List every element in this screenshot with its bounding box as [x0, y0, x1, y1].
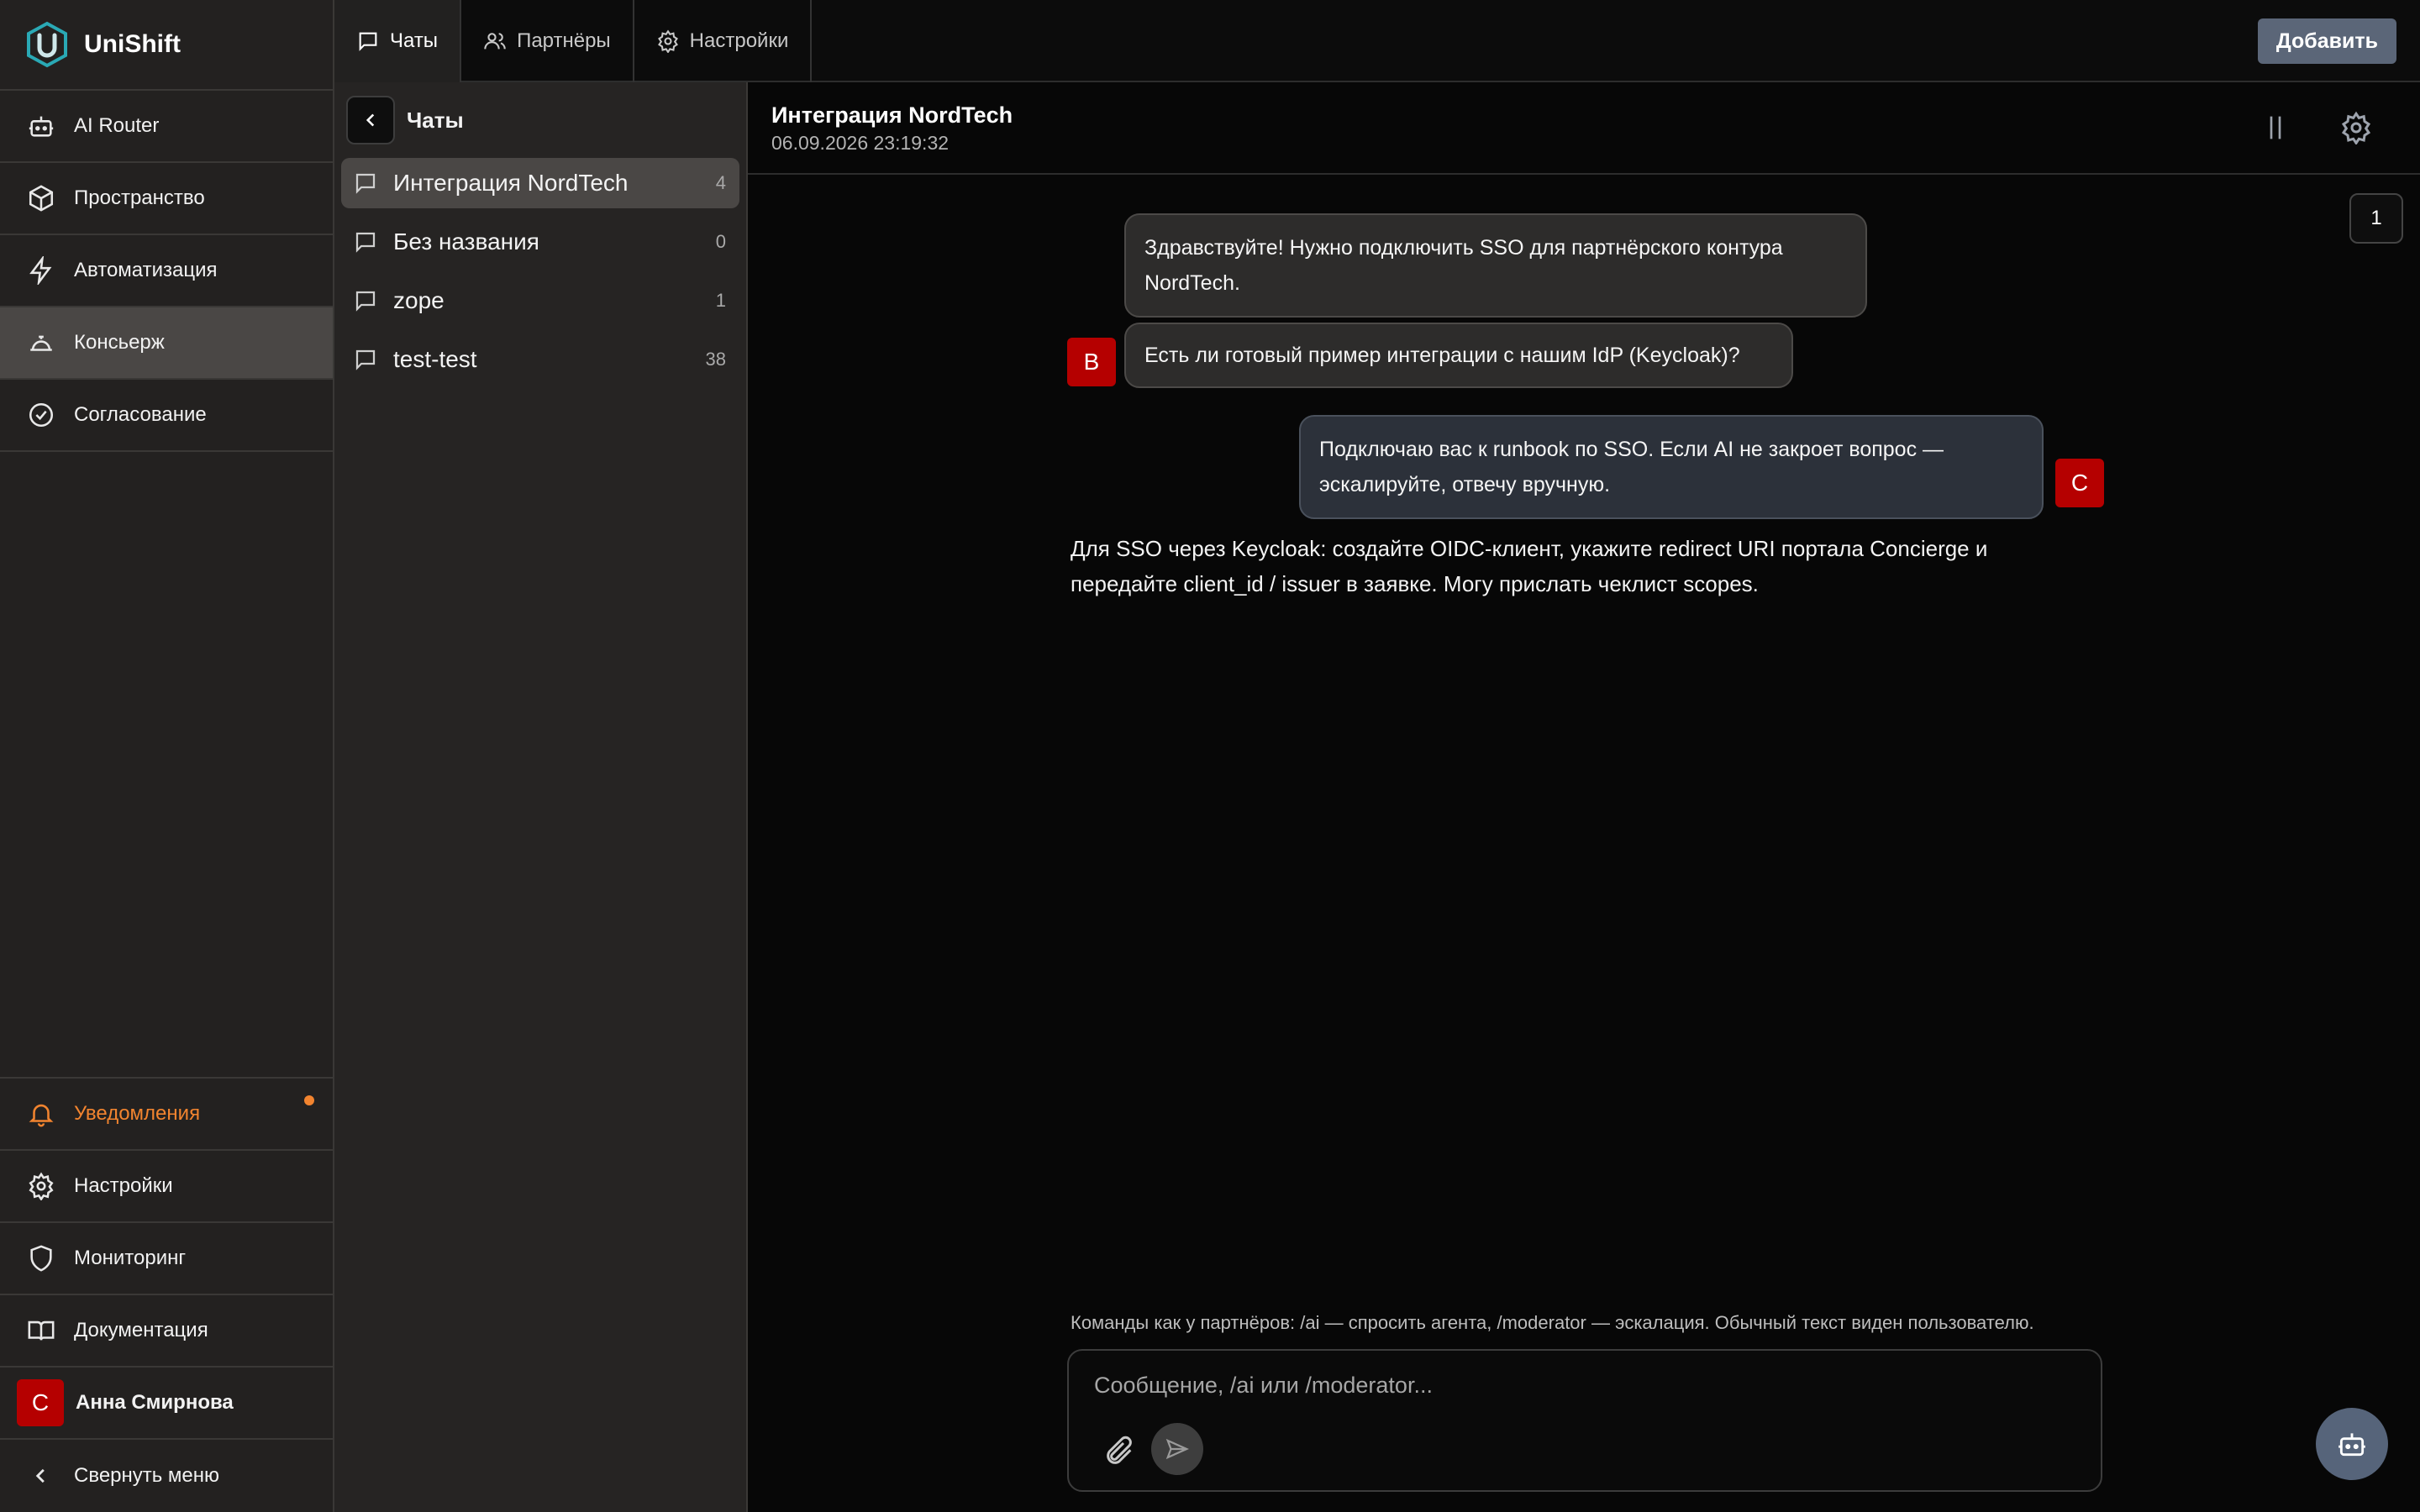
send-icon: [1165, 1438, 1190, 1460]
page-badge[interactable]: 1: [2349, 193, 2403, 244]
collapse-menu-button[interactable]: Свернуть меню: [0, 1440, 333, 1512]
tab-chats[interactable]: Чаты: [334, 0, 462, 82]
list-item[interactable]: Без названия 0: [341, 217, 739, 267]
sidebar-item-label: Документация: [74, 1319, 208, 1341]
tab-label: Партнёры: [517, 29, 611, 52]
tab-label: Чаты: [390, 29, 439, 52]
cube-icon: [29, 185, 54, 212]
chat-timestamp: 06.09.2026 23:19:32: [771, 132, 950, 154]
ai-response-text: Для SSO через Keycloak: создайте OIDC-кл…: [1071, 536, 1988, 596]
message-count: 38: [705, 349, 726, 370]
check-circle-icon: [29, 402, 54, 428]
sidebar-item-label: Консьерж: [74, 331, 165, 354]
tab-settings[interactable]: Настройки: [634, 0, 813, 82]
chat-list-panel: Чаты Интеграция NordTech 4 Без названия …: [334, 82, 748, 1512]
list-item[interactable]: zope 1: [341, 276, 739, 326]
composer-hint: Команды как у партнёров: /ai — спросить …: [1071, 1312, 2034, 1333]
chevron-left-icon: [35, 1468, 45, 1483]
chat-name: test-test: [393, 346, 477, 372]
robot-icon: [2338, 1433, 2365, 1457]
book-icon: [28, 1320, 55, 1341]
chat-name: Без названия: [393, 228, 539, 255]
sidebar-item-concierge[interactable]: Консьерж: [0, 307, 333, 380]
sidebar-item-automation[interactable]: Автоматизация: [0, 235, 333, 307]
concierge-bell-icon: [30, 335, 52, 351]
sidebar-item-label: Уведомления: [74, 1102, 201, 1125]
robot-icon: [29, 116, 54, 137]
message-input[interactable]: [1094, 1373, 2069, 1399]
message-count: 1: [715, 290, 726, 311]
sidebar-item-label: Мониторинг: [74, 1247, 187, 1269]
top-bar: Чаты Партнёры Настройки Добавить: [334, 0, 2420, 82]
chat-title: Интеграция NordTech: [771, 102, 1013, 128]
chevron-left-icon: [366, 113, 375, 127]
chat-list-header: Чаты: [334, 82, 746, 158]
chat-icon: [359, 32, 377, 51]
shield-icon: [30, 1245, 52, 1272]
assistant-fab-button[interactable]: [2316, 1408, 2388, 1480]
avatar: С: [17, 1379, 64, 1426]
sidebar-item-label: Пространство: [74, 186, 205, 209]
list-item[interactable]: Интеграция NordTech 4: [341, 158, 739, 208]
back-button[interactable]: [346, 96, 395, 144]
tab-bar: Чаты Партнёры Настройки: [334, 0, 2420, 82]
message-count: 4: [715, 172, 726, 193]
sidebar-item-monitoring[interactable]: Мониторинг: [0, 1223, 333, 1295]
chat-header: Интеграция NordTech 06.09.2026 23:19:32: [748, 82, 2420, 175]
app-name: UniShift: [84, 30, 181, 58]
chat-name: zope: [393, 287, 445, 313]
sidebar-item-space[interactable]: Пространство: [0, 163, 333, 235]
user-name: Анна Смирнова: [76, 1391, 234, 1414]
sidebar-item-label: Автоматизация: [74, 259, 218, 281]
add-button[interactable]: Добавить: [2257, 18, 2396, 64]
sidebar-item-docs[interactable]: Документация: [0, 1295, 333, 1368]
sidebar-user[interactable]: С Анна Смирнова: [0, 1368, 333, 1440]
gear-icon: [29, 1172, 54, 1200]
chat-list-title: Чаты: [407, 107, 464, 133]
unishift-logo-icon: [27, 21, 67, 68]
sidebar-item-label: Свернуть меню: [74, 1464, 220, 1487]
send-button[interactable]: [1151, 1423, 1203, 1475]
message-bubble-incoming: Есть ли готовый пример интеграции с наши…: [1124, 323, 1793, 388]
avatar: С: [2055, 459, 2104, 507]
avatar: В: [1067, 338, 1116, 386]
chat-icon: [355, 291, 376, 312]
pause-icon[interactable]: [2259, 111, 2292, 144]
notification-dot: [304, 1095, 314, 1105]
sidebar-item-settings[interactable]: Настройки: [0, 1151, 333, 1223]
users-icon: [484, 33, 506, 50]
sidebar-item-notifications[interactable]: Уведомления: [0, 1079, 333, 1151]
chat-icon: [355, 349, 376, 370]
message-composer: [1067, 1349, 2102, 1492]
chat-name: Интеграция NordTech: [393, 170, 629, 196]
sidebar-item-ai-router[interactable]: AI Router: [0, 91, 333, 163]
sidebar-item-label: Настройки: [74, 1174, 173, 1197]
message-bubble-incoming: Здравствуйте! Нужно подключить SSO для п…: [1124, 213, 1867, 318]
gear-icon: [657, 29, 678, 53]
tab-label: Настройки: [689, 29, 789, 52]
sidebar-item-label: Согласование: [74, 403, 207, 426]
sidebar-item-approval[interactable]: Согласование: [0, 380, 333, 452]
list-item[interactable]: test-test 38: [341, 334, 739, 385]
gear-icon[interactable]: [2339, 111, 2373, 144]
app-logo[interactable]: UniShift: [0, 0, 333, 91]
paperclip-icon[interactable]: [1102, 1435, 1136, 1468]
bell-icon: [29, 1104, 54, 1127]
chat-panel: Интеграция NordTech 06.09.2026 23:19:32 …: [748, 82, 2420, 1512]
sidebar: UniShift AI Router Пространство Автомати…: [0, 0, 334, 1512]
chat-icon: [355, 232, 376, 253]
message-bubble-outgoing: Подключаю вас к runbook по SSO. Если AI …: [1299, 415, 2044, 519]
sidebar-item-label: AI Router: [74, 114, 160, 137]
sidebar-bottom: Уведомления Настройки Мониторинг Докумен…: [0, 1077, 333, 1512]
lightning-icon: [29, 256, 52, 285]
message-count: 0: [715, 231, 726, 252]
chat-icon: [355, 173, 376, 194]
tab-partners[interactable]: Партнёры: [461, 0, 634, 82]
